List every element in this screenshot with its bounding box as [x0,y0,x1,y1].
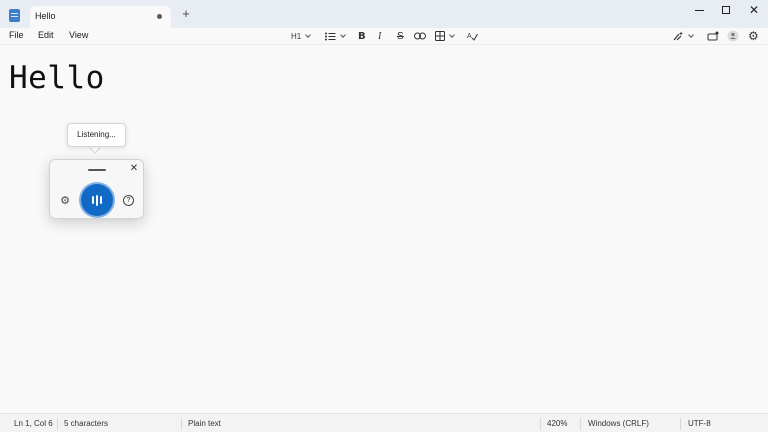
status-divider [580,418,581,430]
character-count: 5 characters [64,419,109,428]
svg-text:A: A [467,33,472,40]
italic-button[interactable]: I [378,29,381,43]
list-dropdown[interactable] [325,29,346,43]
link-button[interactable] [414,29,426,43]
zoom-level[interactable]: 420% [547,419,567,428]
status-divider [680,418,681,430]
help-button[interactable]: ? [123,195,134,206]
chevron-down-icon [449,31,455,38]
toolbar: File Edit View H1 B I S A ⚙ [0,28,768,45]
copilot-icon [673,31,683,41]
tab-title: Hello [35,11,56,21]
toolbar-divider [0,44,768,45]
status-divider [181,418,182,430]
chevron-down-icon [305,31,312,38]
list-icon [325,32,336,40]
status-divider [540,418,541,430]
document-tab[interactable]: Hello [30,6,171,28]
spellcheck-icon: A [467,33,478,41]
notepad-app-icon [9,9,20,22]
line-ending[interactable]: Windows (CRLF) [588,419,649,428]
editor-content[interactable]: Hello [9,60,105,96]
voice-settings-button[interactable]: ⚙ [59,195,71,207]
status-divider [57,418,58,430]
status-bar: Ln 1, Col 6 5 characters Plain text 420%… [0,413,768,432]
encoding[interactable]: UTF-8 [688,419,711,428]
account-button[interactable] [727,29,739,43]
menu-view[interactable]: View [69,30,88,40]
copilot-dropdown[interactable] [673,29,694,43]
close-voice-typing-button[interactable]: ✕ [128,163,140,175]
new-tab-button[interactable]: + [179,7,193,21]
chevron-down-icon [688,31,694,38]
table-dropdown[interactable] [435,29,455,43]
heading-dropdown[interactable]: H1 [291,29,312,43]
minimize-button[interactable] [685,1,713,19]
cursor-position: Ln 1, Col 6 [14,419,53,428]
account-icon [727,30,739,42]
menu-edit[interactable]: Edit [38,30,54,40]
listening-mic-button[interactable] [81,184,113,216]
maximize-button[interactable] [712,1,740,19]
chevron-down-icon [340,31,346,38]
listening-tooltip: Listening... [67,123,126,147]
strikethrough-button[interactable]: S [397,29,404,43]
close-icon: ✕ [748,3,760,17]
audio-bar-icon [100,196,102,204]
bold-button[interactable]: B [358,29,366,43]
share-icon [707,31,719,40]
link-icon [414,32,426,40]
format-indicator[interactable]: Plain text [188,419,221,428]
audio-bar-icon [92,196,94,204]
minimize-icon [694,9,704,11]
maximize-icon [722,6,730,14]
share-button[interactable] [707,29,719,43]
spellcheck-button[interactable]: A [467,29,478,43]
close-window-button[interactable]: ✕ [740,1,768,19]
drag-handle[interactable] [88,169,106,171]
gear-icon: ⚙ [748,29,759,43]
settings-button[interactable]: ⚙ [748,29,759,43]
unsaved-dot-icon[interactable] [157,14,162,19]
audio-bar-icon [96,194,98,206]
voice-typing-panel: ✕ ⚙ ? [49,159,144,219]
table-icon [435,31,445,41]
title-bar: Hello + ✕ [0,0,768,28]
heading-label: H1 [291,31,302,41]
menu-file[interactable]: File [9,30,24,40]
